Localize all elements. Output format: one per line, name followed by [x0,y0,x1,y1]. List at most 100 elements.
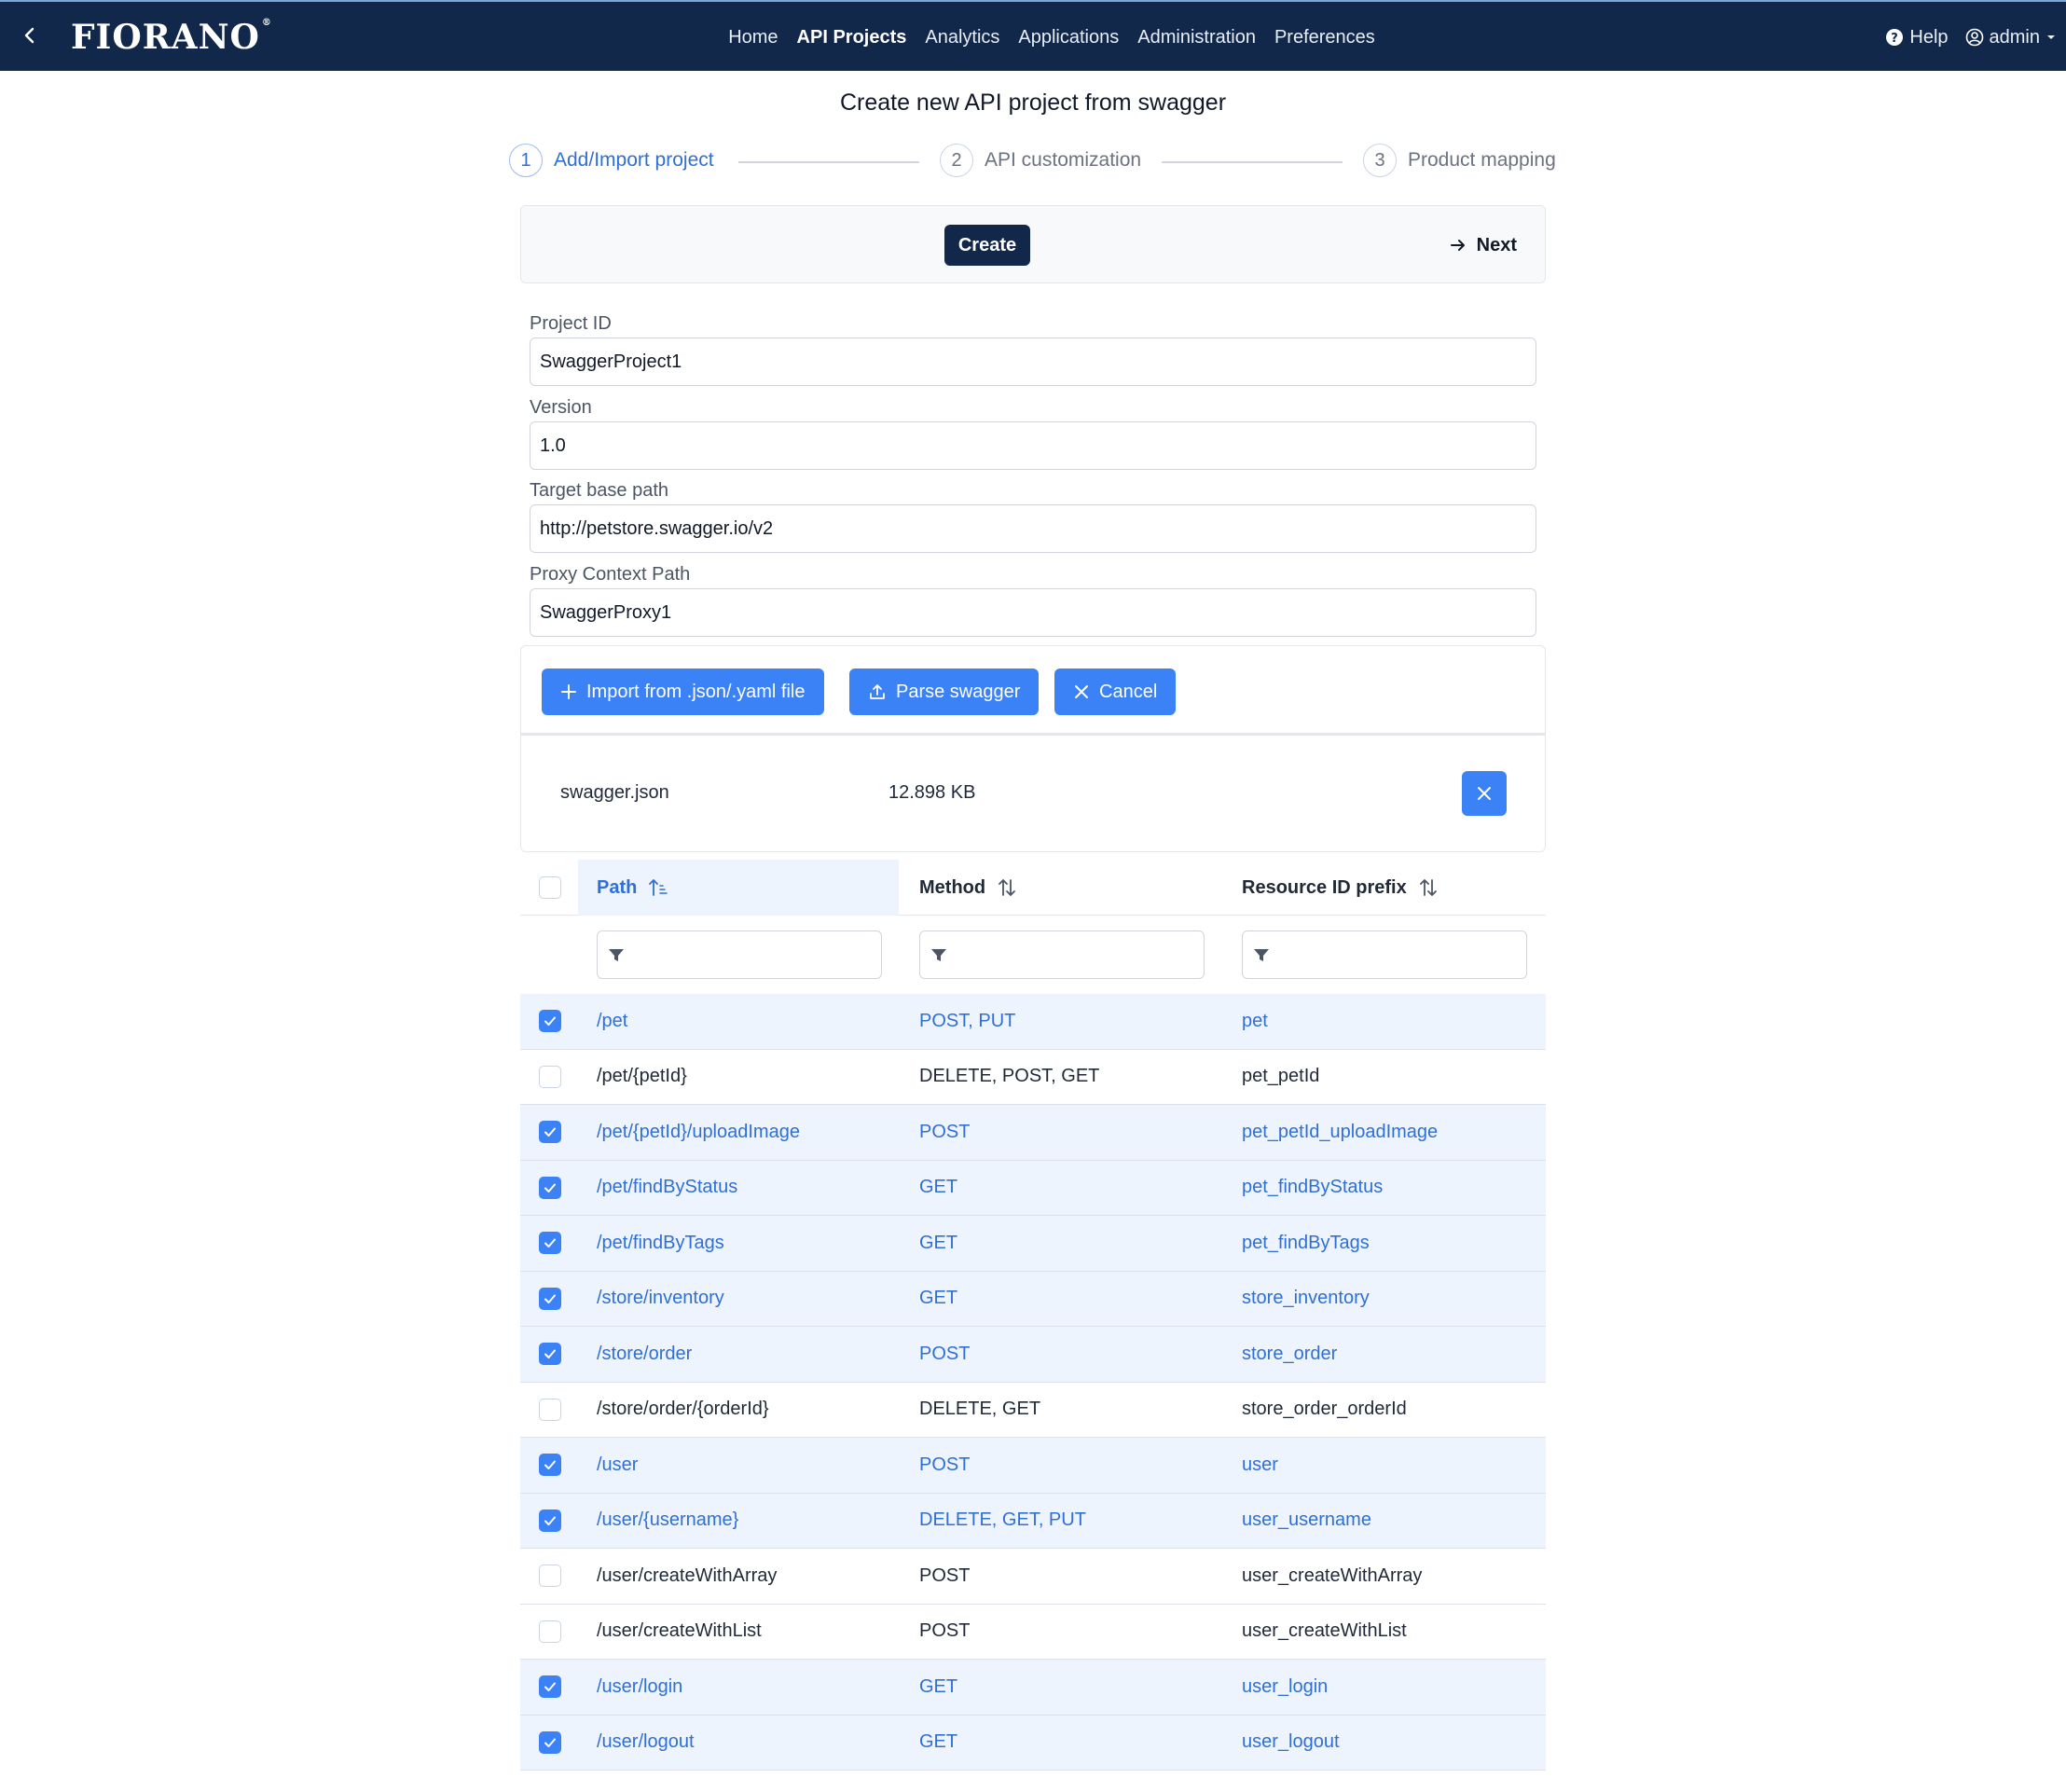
select-all-checkbox[interactable] [539,876,561,899]
table-row[interactable]: /store/order/{orderId} DELETE, GET store_o… [520,1383,1546,1438]
method-filter-input[interactable] [956,931,1204,978]
resource-prefix-filter-input[interactable] [1278,931,1526,978]
table-row[interactable]: /pet/findByTags GET pet_findByTags [520,1216,1546,1272]
step-number: 2 [940,144,973,177]
cancel-upload-button[interactable]: Cancel [1054,669,1177,715]
path-cell: /pet [597,1010,628,1031]
check-icon [544,1127,556,1137]
row-checkbox[interactable] [539,1565,561,1588]
user-circle-icon [1965,28,1983,47]
resource-prefix-cell: user_createWithList [1242,1620,1407,1642]
method-cell: POST [919,1343,971,1364]
nav-item-preferences[interactable]: Preferences [1274,27,1375,48]
table-row[interactable]: /user/login GET user_login [520,1660,1546,1716]
column-header-path[interactable]: Path [578,860,899,916]
table-row[interactable]: /pet/{petId} DELETE, POST, GET pet_petId [520,1050,1546,1105]
column-header-resource-id-prefix[interactable]: Resource ID prefix [1242,860,1540,916]
table-row[interactable]: /user/createWithArray POST user_createWith… [520,1549,1546,1605]
row-checkbox[interactable] [539,1287,561,1310]
proxy-context-path-input[interactable] [530,588,1536,637]
method-cell: DELETE, GET [919,1399,1041,1420]
remove-file-button[interactable] [1462,771,1507,816]
table-row[interactable]: /pet POST, PUT pet [520,994,1546,1050]
project-id-input[interactable] [530,338,1536,386]
check-icon [544,1016,556,1027]
step-label: Add/Import project [554,149,714,171]
method-cell: POST [919,1620,971,1642]
import-file-button[interactable]: Import from .json/.yaml file [542,669,824,715]
plus-icon [561,684,576,699]
check-icon [544,1183,556,1192]
table-row[interactable]: /pet/findByStatus GET pet_findByStatus [520,1160,1546,1216]
resource-prefix-filter[interactable] [1242,930,1527,979]
parse-swagger-label: Parse swagger [896,681,1021,702]
nav-item-home[interactable]: Home [728,27,778,48]
row-checkbox[interactable] [539,1010,561,1033]
path-cell: /pet/{petId}/uploadImage [597,1121,800,1142]
path-filter[interactable] [597,930,882,979]
row-checkbox[interactable] [539,1454,561,1477]
table-row[interactable]: /pet/{petId}/uploadImage POST pet_petId_up… [520,1105,1546,1161]
check-icon [544,1682,556,1692]
resource-prefix-cell: pet_findByTags [1242,1232,1370,1253]
row-checkbox[interactable] [539,1620,561,1643]
row-checkbox[interactable] [539,1121,561,1144]
path-cell: /pet/findByTags [597,1232,724,1253]
row-checkbox[interactable] [539,1343,561,1366]
help-icon: ? [1886,29,1904,46]
check-icon [544,1738,556,1747]
project-id-label: Project ID [530,313,612,334]
row-checkbox[interactable] [539,1398,561,1421]
filter-row [520,916,1546,996]
step-connector [1162,161,1343,163]
user-name: admin [1989,26,2040,48]
resource-prefix-cell: pet [1242,1010,1268,1031]
user-menu[interactable]: admin [1965,27,2057,48]
table-row[interactable]: /user/createWithList POST user_createWithL… [520,1605,1546,1660]
proxy-context-path-label: Proxy Context Path [530,564,691,585]
filter-icon [931,949,946,961]
table-row[interactable]: /store/inventory GET store_inventory [520,1271,1546,1327]
method-cell: DELETE, GET, PUT [919,1509,1086,1531]
arrow-right-icon [1450,240,1465,251]
path-cell: /pet/{petId} [597,1066,687,1087]
row-checkbox[interactable] [539,1232,561,1255]
help-button[interactable]: ? Help [1885,27,1949,48]
method-cell: GET [919,1731,958,1753]
version-label: Version [530,397,592,418]
table-row[interactable]: /user POST user [520,1438,1546,1494]
table-row[interactable]: /user/{username} DELETE, GET, PUT user_use… [520,1493,1546,1549]
step-product-mapping[interactable]: 3 Product mapping [1363,144,1556,177]
step-add-import[interactable]: 1 Add/Import project [509,144,714,177]
resource-prefix-cell: user_login [1242,1675,1329,1697]
target-base-path-input[interactable] [530,504,1536,553]
version-input[interactable] [530,421,1536,470]
create-button[interactable]: Create [944,225,1030,266]
caret-down-icon [2047,35,2055,39]
row-checkbox[interactable] [539,1675,561,1699]
nav-item-administration[interactable]: Administration [1137,27,1256,48]
parse-swagger-button[interactable]: Parse swagger [849,669,1040,715]
path-cell: /user/logout [597,1731,695,1753]
resource-prefix-cell: user_createWithArray [1242,1565,1423,1586]
step-api-customization[interactable]: 2 API customization [940,144,1141,177]
method-filter[interactable] [919,930,1205,979]
table-row[interactable]: /user/logout GET user_logout [520,1715,1546,1771]
table-row[interactable]: /store/order POST store_order [520,1327,1546,1383]
next-button[interactable]: Next [1449,225,1517,266]
path-filter-input[interactable] [633,931,881,978]
path-cell: /store/order [597,1343,693,1364]
nav-item-api-projects[interactable]: API Projects [797,27,907,48]
column-header-method[interactable]: Method [919,860,1218,916]
method-cell: GET [919,1288,958,1309]
resources-table: Path Method Resource ID prefix /pet POST,… [520,860,1546,1771]
nav-item-applications[interactable]: Applications [1018,27,1119,48]
row-checkbox[interactable] [539,1509,561,1532]
row-checkbox[interactable] [539,1065,561,1088]
resource-prefix-cell: user [1242,1454,1278,1475]
close-icon [1075,685,1088,698]
check-icon [544,1349,556,1359]
nav-item-analytics[interactable]: Analytics [925,27,999,48]
row-checkbox[interactable] [539,1730,561,1754]
row-checkbox[interactable] [539,1176,561,1199]
